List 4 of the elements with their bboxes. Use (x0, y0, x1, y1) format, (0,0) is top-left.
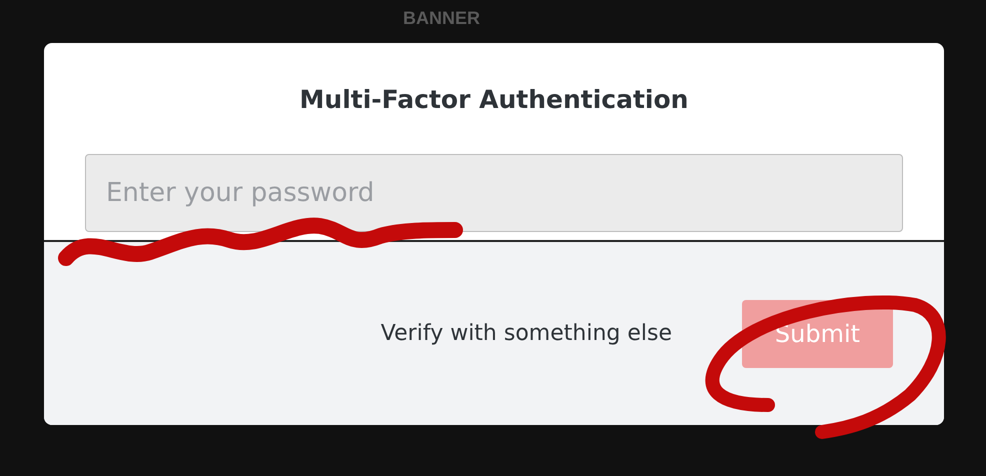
verify-link[interactable]: Verify with something else (380, 321, 672, 346)
dialog-title: Multi-Factor Authentication (300, 85, 688, 114)
password-field[interactable]: Enter your password (85, 154, 903, 232)
background-label: BANNER (403, 8, 480, 29)
